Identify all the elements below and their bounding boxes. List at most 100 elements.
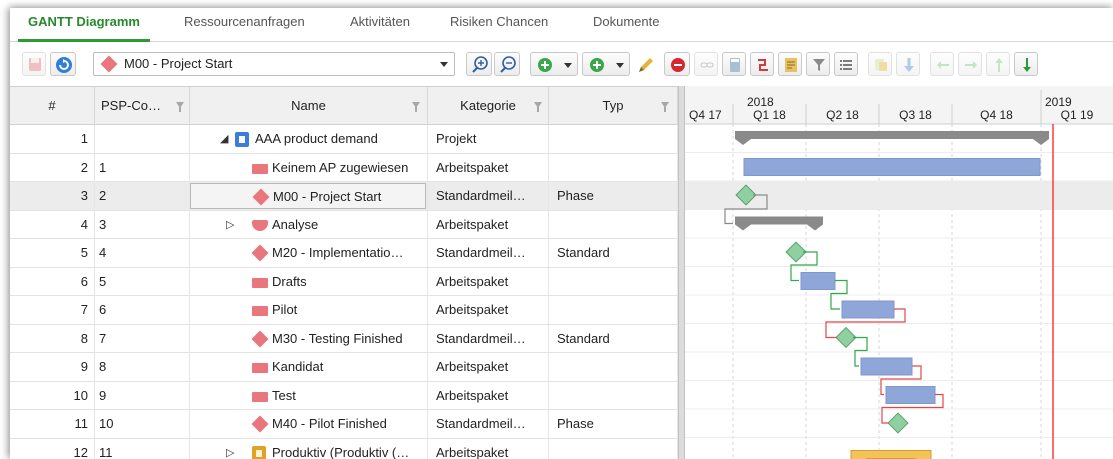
project-window: GANTT Diagramm Ressourcenanfragen Aktivi…: [10, 8, 1113, 459]
filter-icon[interactable]: [661, 102, 669, 112]
expand-toggle-icon[interactable]: ▷: [226, 440, 234, 459]
name-box[interactable]: Kandidat: [190, 354, 426, 380]
kategorie-cell: Arbeitspaket: [428, 210, 549, 239]
name-box[interactable]: ▷ Analyse: [190, 212, 426, 238]
table-row[interactable]: 9 8 Kandidat Arbeitspaket: [10, 353, 678, 382]
filter-button[interactable]: [806, 52, 830, 76]
table-row[interactable]: 6 5 Drafts Arbeitspaket: [10, 267, 678, 296]
name-box[interactable]: ◢ AAA product demand: [190, 126, 426, 152]
filter-icon[interactable]: [534, 102, 542, 112]
psp-code: 7: [95, 324, 190, 353]
move-up-button[interactable]: [986, 52, 1010, 76]
header-kategorie[interactable]: Kategorie: [428, 87, 549, 125]
quarter-label: Q4 18: [980, 108, 1013, 122]
indent-button[interactable]: [958, 52, 982, 76]
milestone-diamond: [835, 326, 857, 349]
name-cell: Pilot: [190, 296, 428, 324]
delete-button[interactable]: [664, 52, 690, 76]
filter-icon[interactable]: [176, 102, 184, 112]
link-button[interactable]: [694, 52, 718, 76]
task-bar: [860, 357, 913, 376]
name-box[interactable]: ▷ Produktiv (Produktiv (…: [190, 440, 426, 459]
name-box[interactable]: M00 - Project Start: [190, 183, 426, 209]
zoom-out-button[interactable]: [494, 52, 520, 76]
header-num[interactable]: #: [10, 87, 95, 125]
workpackage-icon: [252, 163, 268, 174]
table-row[interactable]: 10 9 Test Arbeitspaket: [10, 381, 678, 410]
tab-dokumente[interactable]: Dokumente: [583, 8, 669, 42]
calculator-icon: [730, 58, 740, 72]
table-row[interactable]: 5 4 M20 - Implementatio… Standardmeil… Stand…: [10, 239, 678, 268]
expand-toggle-icon[interactable]: ▷: [226, 212, 234, 238]
dependency-button[interactable]: [750, 52, 774, 76]
typ-cell: [549, 125, 678, 153]
header-name[interactable]: Name: [190, 87, 428, 125]
row-number: 6: [10, 267, 95, 296]
name-box[interactable]: Keinem AP zugewiesen: [190, 155, 426, 181]
tab-gantt-diagramm[interactable]: GANTT Diagramm: [18, 8, 150, 42]
item-name: Analyse: [272, 216, 319, 232]
name-box[interactable]: Drafts: [190, 269, 426, 295]
filter-icon[interactable]: [412, 102, 420, 112]
name-box[interactable]: Test: [190, 383, 426, 409]
name-box[interactable]: M30 - Testing Finished: [190, 326, 426, 352]
name-box[interactable]: M40 - Pilot Finished: [190, 411, 426, 437]
name-box[interactable]: Pilot: [190, 297, 426, 323]
row-number: 1: [10, 125, 95, 153]
add-item-button[interactable]: [530, 52, 578, 76]
gantt-chart: Q4 17 Q1 18 Q2 18 Q3 18 Q4 18 Q1 19 2018 2019: [685, 86, 1113, 459]
kategorie-cell: Arbeitspaket: [428, 438, 549, 459]
list-button[interactable]: [834, 52, 858, 76]
header-typ[interactable]: Typ: [549, 87, 678, 125]
tab-ressourcenanfragen[interactable]: Ressourcenanfragen: [174, 8, 315, 42]
milestone-diamond: [887, 412, 909, 434]
save-button[interactable]: [22, 52, 46, 76]
table-row[interactable]: 3 2 M00 - Project Start Standardmeil… Phase: [10, 182, 678, 211]
table-row[interactable]: 8 7 M30 - Testing Finished Standardmeil… Sta…: [10, 324, 678, 353]
milestone-icon: [100, 55, 118, 73]
typ-cell: [549, 210, 678, 239]
table-row[interactable]: 2 1 Keinem AP zugewiesen Arbeitspaket: [10, 153, 678, 182]
header-name-label: Name: [291, 98, 326, 113]
typ-cell: [549, 438, 678, 459]
edit-button[interactable]: [632, 52, 658, 76]
copy-button[interactable]: [868, 52, 892, 76]
gantt-canvas[interactable]: Q4 17 Q1 18 Q2 18 Q3 18 Q4 18 Q1 19 2018 2019: [685, 86, 1113, 459]
milestone-select-value: M00 - Project Start: [124, 56, 233, 71]
row-number: 2: [10, 153, 95, 182]
product-icon: [252, 445, 266, 459]
milestone-select[interactable]: M00 - Project Start: [93, 52, 455, 76]
refresh-button[interactable]: [50, 52, 76, 76]
move-down-green-button[interactable]: [1014, 52, 1038, 76]
move-up-icon: [995, 58, 1003, 72]
table-row[interactable]: 11 10 M40 - Pilot Finished Standardmeil… Pha…: [10, 410, 678, 439]
name-cell: Kandidat: [190, 353, 428, 381]
table-row[interactable]: 7 6 Pilot Arbeitspaket: [10, 296, 678, 325]
save-icon: [29, 58, 41, 71]
move-down-green-icon: [1023, 58, 1031, 72]
table-row[interactable]: 12 11 ▷ Produktiv (Produktiv (… Arbeitspaket: [10, 438, 678, 459]
move-down-icon: [904, 58, 914, 72]
tab-bar: GANTT Diagramm Ressourcenanfragen Aktivi…: [10, 8, 1113, 42]
move-down-button[interactable]: [896, 52, 920, 76]
workpackage-icon: [252, 363, 268, 373]
row-number: 4: [10, 210, 95, 239]
wbs-grid: # PSP-Co… Name Kategorie Typ 1 ◢ AAA produ…: [10, 86, 678, 459]
report-button[interactable]: [778, 52, 802, 76]
calculator-button[interactable]: [722, 52, 746, 76]
table-row[interactable]: 1 ◢ AAA product demand Projekt: [10, 125, 678, 154]
year-label: 2019: [1045, 95, 1072, 109]
name-cell: M40 - Pilot Finished: [190, 410, 428, 438]
add-child-button[interactable]: [582, 52, 630, 76]
header-kategorie-label: Kategorie: [460, 98, 516, 113]
tab-aktivitaeten[interactable]: Aktivitäten: [340, 8, 420, 42]
table-row[interactable]: 4 3 ▷ Analyse Arbeitspaket: [10, 210, 678, 239]
name-box[interactable]: M20 - Implementatio…: [190, 240, 426, 266]
outdent-button[interactable]: [930, 52, 954, 76]
zoom-in-button[interactable]: [466, 52, 492, 76]
header-psp-code[interactable]: PSP-Co…: [95, 87, 190, 125]
kategorie-cell: Arbeitspaket: [428, 267, 549, 296]
pane-splitter[interactable]: [678, 86, 685, 459]
collapse-toggle-icon[interactable]: ◢: [220, 126, 228, 152]
tab-risiken-chancen[interactable]: Risiken Chancen: [440, 8, 558, 42]
